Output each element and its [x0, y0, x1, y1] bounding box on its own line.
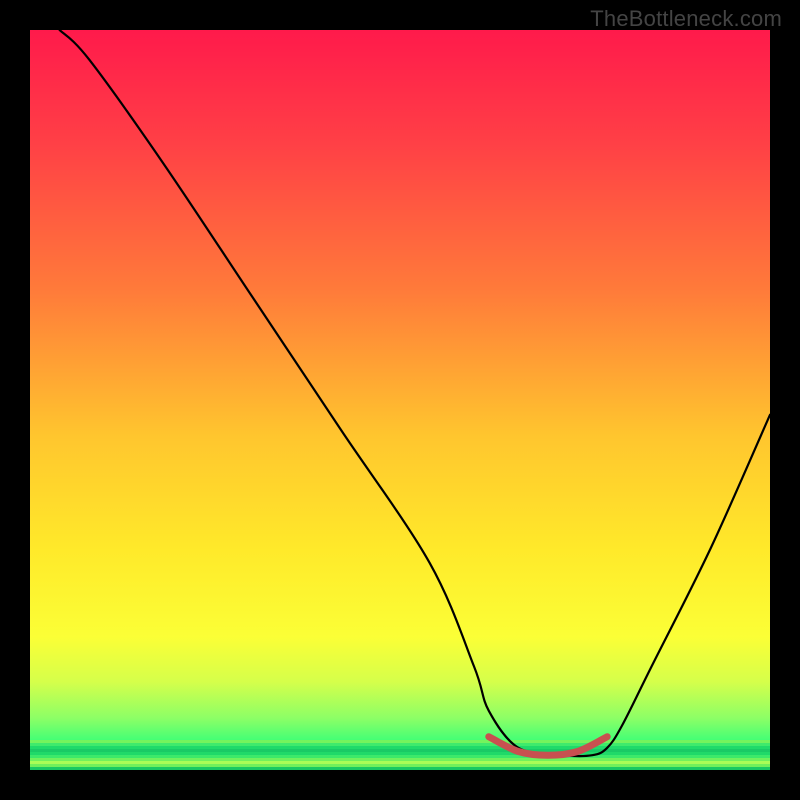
plot-area	[30, 30, 770, 770]
chart-frame: TheBottleneck.com	[0, 0, 800, 800]
watermark-text: TheBottleneck.com	[590, 6, 782, 32]
main-curve	[60, 30, 770, 756]
curve-layer	[30, 30, 770, 770]
highlight-curve	[489, 737, 607, 756]
